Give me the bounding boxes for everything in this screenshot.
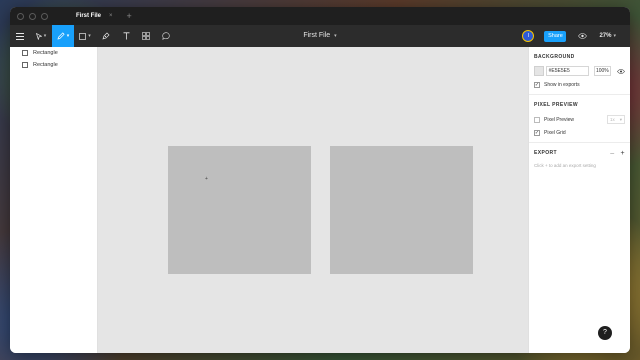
pixel-preview-checkbox[interactable] bbox=[534, 116, 540, 123]
pen-tool-button[interactable]: ▾ bbox=[52, 25, 74, 47]
remove-export-button[interactable]: – bbox=[610, 150, 614, 157]
pixel-preview-label: Pixel Preview bbox=[544, 116, 575, 123]
pen-tool-alt-button[interactable] bbox=[96, 25, 116, 47]
show-in-exports-row: ✓ Show in exports bbox=[534, 82, 625, 88]
canvas-rectangle-2[interactable] bbox=[330, 146, 473, 274]
pen-icon bbox=[102, 32, 110, 40]
background-title: BACKGROUND bbox=[534, 54, 575, 60]
export-section: EXPORT – + Click + to add an export sett… bbox=[529, 143, 630, 174]
crosshair-cursor-icon: + bbox=[205, 176, 208, 182]
pixel-preview-row: Pixel Preview 1x ▾ bbox=[534, 115, 625, 124]
tab-title: First File bbox=[76, 13, 102, 19]
chevron-down-icon: ▾ bbox=[43, 33, 47, 39]
rectangle-icon bbox=[22, 62, 28, 68]
visibility-toggle[interactable] bbox=[617, 68, 625, 74]
pencil-icon bbox=[57, 32, 65, 40]
export-hint: Click + to add an export setting bbox=[534, 163, 596, 168]
chevron-down-icon: ▾ bbox=[619, 116, 622, 122]
toolbar-right: I Share 27% ▾ bbox=[522, 25, 630, 47]
maximize-window-button[interactable] bbox=[41, 12, 48, 20]
move-tool-button[interactable]: ▾ bbox=[30, 25, 52, 47]
zoom-dropdown[interactable]: 27% ▾ bbox=[599, 33, 616, 39]
new-tab-button[interactable]: + bbox=[127, 11, 132, 21]
eye-icon bbox=[578, 33, 588, 39]
avatar[interactable]: I bbox=[522, 30, 535, 42]
title-bar: First File × + bbox=[10, 7, 630, 25]
properties-panel: BACKGROUND #E5E5E5 100% ✓ Show in export… bbox=[528, 47, 630, 353]
toolbar: ▾ ▾ ▾ First File ▾ I Share 27% ▾ bbox=[10, 25, 630, 47]
menu-icon[interactable] bbox=[10, 25, 30, 47]
canvas-rectangle-1[interactable] bbox=[168, 146, 311, 274]
pixel-grid-row: ✓ Pixel Grid bbox=[534, 130, 625, 136]
layer-item[interactable]: Rectangle bbox=[10, 47, 97, 59]
minimize-window-button[interactable] bbox=[29, 12, 36, 20]
rectangle-icon bbox=[79, 32, 87, 40]
chevron-down-icon[interactable]: ▾ bbox=[334, 33, 337, 39]
comment-tool-button[interactable] bbox=[156, 25, 176, 47]
export-title: EXPORT bbox=[534, 150, 557, 156]
tab-first-file[interactable]: First File × bbox=[76, 7, 113, 25]
text-tool-button[interactable] bbox=[116, 25, 136, 47]
zoom-level: 27% bbox=[599, 33, 612, 39]
help-button[interactable]: ? bbox=[598, 326, 612, 340]
pixel-preview-section: PIXEL PREVIEW Pixel Preview 1x ▾ ✓ Pixel… bbox=[529, 95, 630, 143]
move-icon bbox=[35, 32, 42, 40]
app-window: First File × + ▾ ▾ ▾ First File ▾ I Shar… bbox=[10, 7, 630, 353]
layers-panel: Rectangle Rectangle bbox=[10, 47, 98, 353]
background-color-swatch[interactable] bbox=[534, 66, 544, 76]
export-controls: – + bbox=[610, 150, 625, 157]
comment-icon bbox=[162, 32, 170, 40]
pixel-grid-label: Pixel Grid bbox=[544, 130, 566, 136]
add-export-button[interactable]: + bbox=[621, 150, 626, 157]
text-icon bbox=[123, 32, 129, 40]
background-opacity-input[interactable]: 100% bbox=[593, 66, 611, 76]
chevron-down-icon: ▾ bbox=[613, 33, 616, 39]
share-button[interactable]: Share bbox=[544, 30, 567, 42]
frame-tool-button[interactable]: ▾ bbox=[74, 25, 96, 47]
export-header: EXPORT – + bbox=[534, 149, 625, 157]
layer-name: Rectangle bbox=[33, 62, 58, 68]
rectangle-icon bbox=[22, 50, 28, 56]
layer-name: Rectangle bbox=[33, 50, 58, 56]
present-button[interactable] bbox=[578, 33, 588, 39]
canvas[interactable]: + bbox=[98, 47, 528, 353]
components-tool-button[interactable] bbox=[136, 25, 156, 47]
layer-item[interactable]: Rectangle bbox=[10, 59, 97, 71]
background-row: #E5E5E5 100% bbox=[534, 66, 625, 76]
eye-icon bbox=[617, 68, 625, 74]
window-controls bbox=[17, 12, 48, 20]
chevron-down-icon: ▾ bbox=[88, 33, 91, 39]
pixel-grid-checkbox[interactable]: ✓ bbox=[534, 130, 540, 136]
background-hex-input[interactable]: #E5E5E5 bbox=[545, 66, 589, 76]
show-in-exports-label: Show in exports bbox=[544, 82, 580, 88]
show-in-exports-checkbox[interactable]: ✓ bbox=[534, 82, 540, 88]
pixel-preview-title: PIXEL PREVIEW bbox=[534, 102, 579, 108]
background-section: BACKGROUND #E5E5E5 100% ✓ Show in export… bbox=[529, 47, 630, 95]
close-window-button[interactable] bbox=[17, 12, 24, 20]
pixel-preview-scale-value: 1x bbox=[610, 117, 615, 122]
file-title-text[interactable]: First File bbox=[303, 32, 330, 39]
pixel-preview-toggle: Pixel Preview bbox=[534, 116, 575, 123]
components-icon bbox=[142, 32, 150, 40]
pixel-preview-scale-select[interactable]: 1x ▾ bbox=[607, 115, 625, 124]
tab-close-icon[interactable]: × bbox=[109, 13, 113, 19]
chevron-down-icon: ▾ bbox=[66, 33, 70, 39]
